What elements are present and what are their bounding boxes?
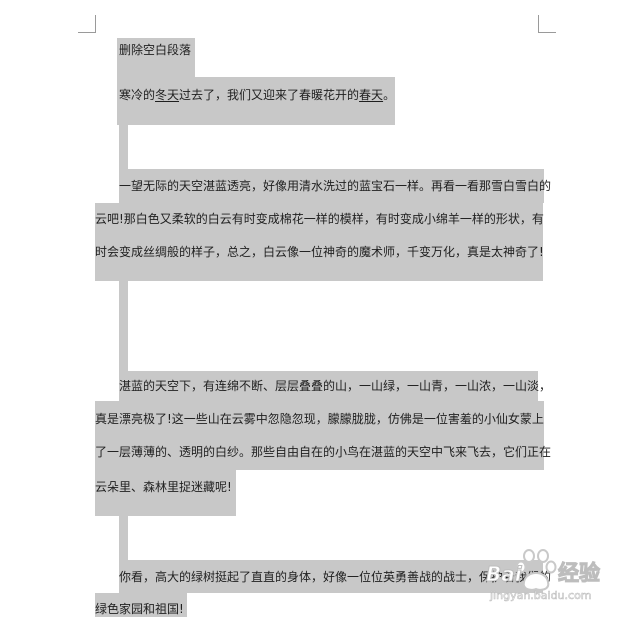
selection-empty-line xyxy=(119,516,128,560)
paragraph-2-line: 一望无际的天空湛蓝透亮，好像用清水洗过的蓝宝石一样。再看一看那雪白雪白的 xyxy=(119,179,552,193)
paragraph-4-line: 绿色家园和祖国! xyxy=(95,602,184,616)
baidu-jingyan-watermark: Bai 经验 jingyan.baidu.com xyxy=(484,548,632,617)
underlined-word: 冬天 xyxy=(155,88,180,102)
paragraph-3-line: 云朵里、森林里捉迷藏呢! xyxy=(95,480,232,494)
watermark-logo-text: Bai xyxy=(486,562,523,586)
selection-empty-line xyxy=(119,281,128,371)
baidu-paw-icon: Bai 经验 jingyan.baidu.com xyxy=(486,549,601,602)
document-page: 删除空白段落 寒冷的冬天过去了，我们又迎来了春暖花开的春天。 一望无际的天空湛蓝… xyxy=(0,0,632,617)
paragraph-2-line: 时会变成丝绸般的样子，总之，白云像一位神奇的魔术师，千变万化，真是太神奇了! xyxy=(95,245,544,259)
document-heading: 删除空白段落 xyxy=(119,43,192,57)
paragraph-3-line: 了一层薄薄的、透明的白纱。那些自由自在的小鸟在湛蓝的天空中飞来飞去，它们正在 xyxy=(95,445,552,459)
paragraph-1: 寒冷的冬天过去了，我们又迎来了春暖花开的春天。 xyxy=(119,88,396,102)
underlined-word: 春天 xyxy=(359,88,384,102)
paragraph-3-line: 湛蓝的天空下，有连绵不断、层层叠叠的山，一山绿，一山青，一山浓，一山淡， xyxy=(119,379,552,393)
paragraph-3-line: 真是漂亮极了!这一些山在云雾中忽隐忽现，朦朦胧胧，仿佛是一位害羞的小仙女蒙上 xyxy=(95,412,544,426)
watermark-site-text: jingyan.baidu.com xyxy=(489,589,592,602)
paragraph-2-line: 云吧!那白色又柔软的白云有时变成棉花一样的模样，有时变成小绵羊一样的形状，有 xyxy=(95,212,544,226)
selection-empty-line xyxy=(119,125,128,169)
watermark-brand-text: 经验 xyxy=(558,561,600,585)
